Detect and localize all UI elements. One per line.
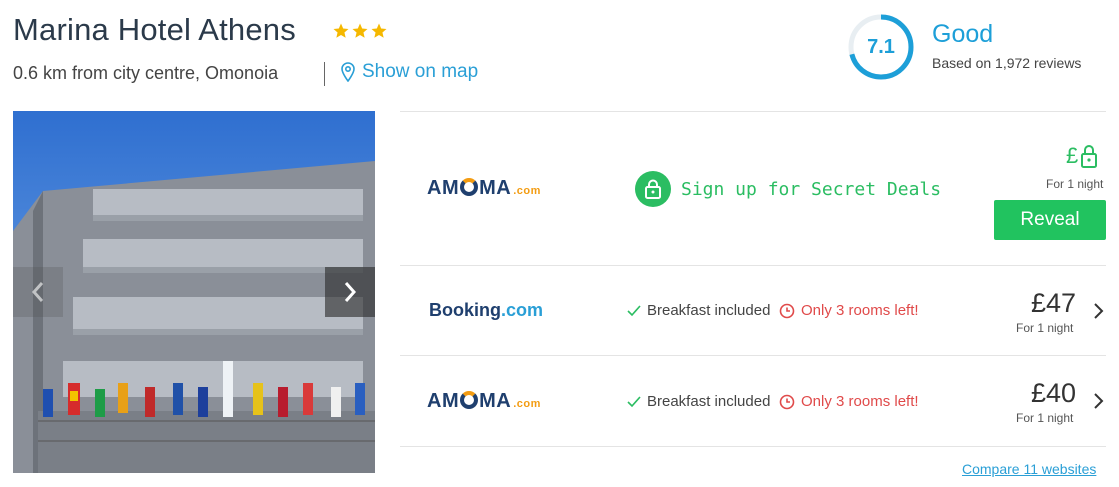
review-count[interactable]: Based on 1,972 reviews <box>932 55 1081 71</box>
star-icon <box>352 23 368 38</box>
hidden-price: £ <box>1066 143 1098 169</box>
price-period: For 1 night <box>1016 321 1074 335</box>
row-divider <box>400 265 1106 266</box>
row-divider <box>400 111 1106 112</box>
photo-prev-button[interactable] <box>13 267 63 317</box>
clock-icon <box>779 303 795 318</box>
row-divider <box>400 446 1106 447</box>
breakfast-included: Breakfast included <box>627 302 770 319</box>
rating-score: 7.1 <box>867 35 895 58</box>
logo-text-end: MA <box>479 390 512 412</box>
price-period: For 1 night <box>1016 411 1074 425</box>
clock-icon <box>779 394 795 409</box>
secret-deals-label: Sign up for Secret Deals <box>681 178 942 200</box>
amoma-logo[interactable]: AM MA .com <box>427 389 541 413</box>
star-icon <box>371 23 387 38</box>
map-pin-icon <box>341 62 355 82</box>
price-period: For 1 night <box>1046 177 1104 191</box>
compare-websites-link[interactable]: Compare 11 websites <box>962 461 1096 477</box>
star-icon <box>333 23 349 38</box>
star-rating <box>332 22 388 40</box>
logo-o-icon <box>460 178 479 196</box>
check-icon <box>627 304 641 316</box>
logo-suffix: .com <box>513 185 541 197</box>
breakfast-included: Breakfast included <box>627 393 770 410</box>
amoma-logo[interactable]: AM MA .com <box>427 176 541 200</box>
secret-deals-signup[interactable]: Sign up for Secret Deals <box>635 171 941 207</box>
show-on-map-link[interactable]: Show on map <box>340 61 478 83</box>
chevron-right-icon[interactable] <box>1091 392 1105 410</box>
hotel-building-image <box>13 111 375 473</box>
currency-symbol: £ <box>1066 143 1079 168</box>
lock-icon <box>635 171 671 207</box>
logo-o-icon <box>460 391 479 409</box>
logo-text: AM <box>427 177 460 199</box>
chevron-left-icon <box>31 282 44 302</box>
row-divider <box>400 355 1106 356</box>
offer-price[interactable]: £47 <box>1010 288 1076 319</box>
reveal-button[interactable]: Reveal <box>994 200 1106 240</box>
show-on-map-label: Show on map <box>362 61 479 82</box>
hotel-location: 0.6 km from city centre, Omonoia <box>13 63 279 83</box>
logo-text-end: MA <box>479 177 512 199</box>
rooms-left-warning: Only 3 rooms left! <box>779 393 919 410</box>
photo-next-button[interactable] <box>325 267 375 317</box>
chevron-right-icon <box>344 282 357 302</box>
hotel-photo[interactable] <box>13 111 375 473</box>
logo-text: AM <box>427 390 460 412</box>
rooms-left-label: Only 3 rooms left! <box>801 393 919 410</box>
logo-suffix: .com <box>513 398 541 410</box>
chevron-right-icon[interactable] <box>1091 302 1105 320</box>
breakfast-label: Breakfast included <box>647 302 771 319</box>
hotel-name: Marina Hotel Athens <box>13 12 296 47</box>
booking-logo[interactable]: Booking.com <box>429 300 543 321</box>
check-icon <box>627 395 641 407</box>
rating-label[interactable]: Good <box>932 20 993 49</box>
rooms-left-warning: Only 3 rooms left! <box>779 302 919 319</box>
lock-outline-icon <box>1081 145 1098 168</box>
divider <box>324 62 325 86</box>
logo-text: Booking <box>429 300 501 320</box>
offer-price[interactable]: £40 <box>1010 378 1076 409</box>
rooms-left-label: Only 3 rooms left! <box>801 302 919 319</box>
logo-suffix: .com <box>501 300 544 320</box>
breakfast-label: Breakfast included <box>647 393 771 410</box>
